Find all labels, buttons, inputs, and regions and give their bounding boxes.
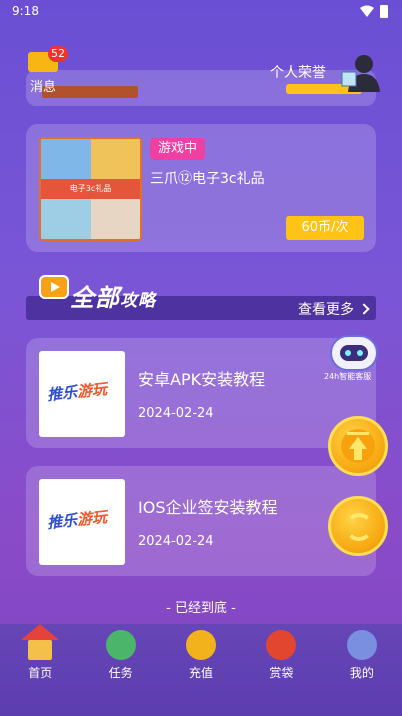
refresh-icon	[345, 513, 373, 541]
prize-name: 三爪⑫电子3c礼品	[150, 171, 265, 187]
section-title-sub: 攻略	[120, 291, 156, 311]
app-logo: 推乐游玩	[46, 507, 108, 533]
personal-honor-label[interactable]: 个人荣誉	[270, 62, 326, 82]
tab-label: 任务	[108, 666, 133, 680]
recharge-icon	[186, 630, 217, 660]
price-button[interactable]: 60币/次	[286, 216, 364, 240]
task-icon	[105, 630, 136, 660]
refresh-button[interactable]	[328, 496, 388, 556]
tab-reward-bag[interactable]: 赏袋	[241, 624, 321, 684]
scroll-top-button[interactable]	[328, 416, 388, 476]
messages-label: 消息	[30, 80, 57, 95]
tab-tasks[interactable]: 任务	[80, 624, 160, 684]
guide-title: IOS企业签安装教程	[138, 498, 278, 517]
tab-label: 充值	[189, 666, 214, 680]
home-icon	[21, 624, 60, 660]
bottom-tab-bar: 首页 任务 充值 赏袋 我的	[0, 624, 402, 716]
play-video-icon	[39, 275, 69, 299]
tab-profile[interactable]: 我的	[322, 624, 402, 684]
tab-label: 首页	[28, 666, 53, 680]
guide-thumbnail: 推乐游玩	[39, 351, 125, 437]
guide-thumbnail: 推乐游玩	[39, 479, 125, 565]
tab-label: 我的	[349, 666, 374, 680]
guide-card[interactable]: 推乐游玩 IOS企业签安装教程 2024-02-24	[26, 466, 376, 576]
prize-image: 电子3c礼品	[39, 137, 142, 241]
section-title: 全部攻略	[70, 278, 156, 313]
guide-title: 安卓APK安装教程	[138, 370, 266, 389]
messages-button[interactable]: 52 消息	[26, 46, 68, 95]
end-of-list-text: - 已经到底 -	[166, 601, 236, 616]
tab-label: 赏袋	[269, 666, 294, 680]
prize-image-caption: 电子3c礼品	[41, 179, 140, 199]
status-time: 9:18	[12, 4, 39, 18]
profile-icon	[346, 630, 377, 660]
view-more-label: 查看更多	[298, 302, 354, 318]
robot-icon	[330, 335, 378, 371]
view-more-link[interactable]: 查看更多	[298, 299, 370, 319]
prize-card[interactable]: 电子3c礼品 游戏中 三爪⑫电子3c礼品 60币/次	[26, 124, 376, 252]
game-status-tag: 游戏中	[150, 138, 206, 160]
user-avatar-icon[interactable]	[340, 52, 380, 92]
message-count-badge: 52	[48, 46, 68, 62]
battery-icon	[380, 5, 388, 18]
chevron-right-icon	[358, 303, 370, 315]
guide-date: 2024-02-24	[138, 534, 214, 549]
section-title-main: 全部	[70, 284, 120, 312]
customer-service-button[interactable]: 24h智能客服	[322, 325, 388, 385]
customer-service-label: 24h智能客服	[324, 372, 372, 381]
arrow-up-icon	[341, 429, 375, 463]
app-logo: 推乐游玩	[46, 379, 108, 405]
guides-section-header: 全部攻略 查看更多	[26, 270, 376, 322]
status-icons	[360, 5, 388, 18]
tab-home[interactable]: 首页	[0, 624, 80, 684]
tab-recharge[interactable]: 充值	[161, 624, 241, 684]
guide-date: 2024-02-24	[138, 406, 214, 421]
status-bar: 9:18	[0, 0, 402, 24]
wifi-icon	[360, 5, 374, 17]
reward-bag-icon	[266, 630, 297, 660]
